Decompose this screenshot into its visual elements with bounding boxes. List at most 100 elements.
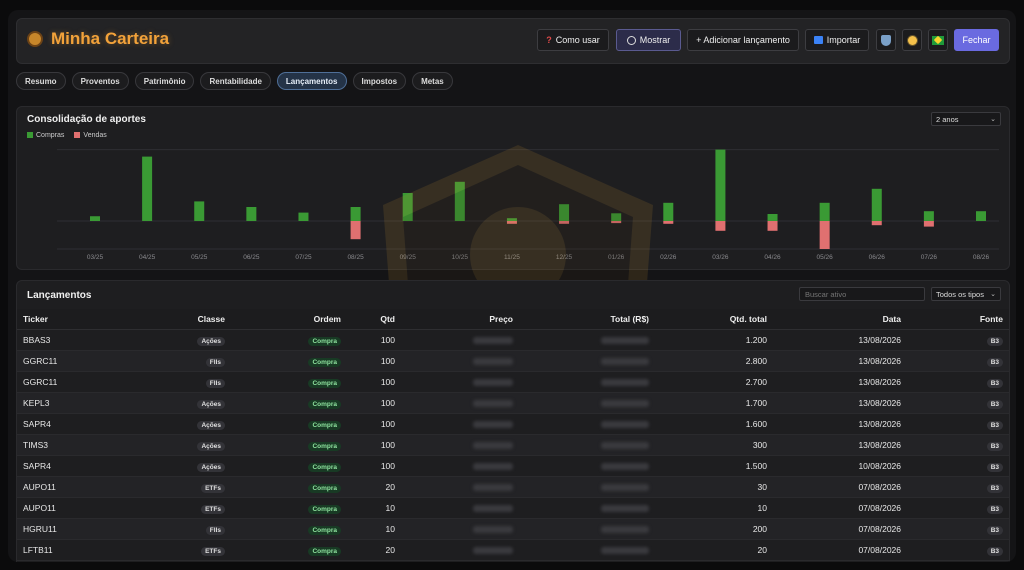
tab-impostos[interactable]: Impostos [352,72,407,90]
col-ordem[interactable]: Ordem [231,309,347,330]
x-tick-label: 08/26 [973,254,990,261]
x-tick-label: 05/26 [817,254,834,261]
bar-vendas-05-26 [819,221,830,249]
close-button[interactable]: Fechar [954,29,999,51]
col-fonte[interactable]: Fonte [907,309,1009,330]
header-bar: Minha Carteira ? Como usar Mostrar + Adi… [16,18,1010,64]
table-row[interactable]: SAPR4 Ações Compra 100 1.500 10/08/2026 … [17,455,1009,477]
cell-preco-hidden [401,476,519,498]
table-row[interactable]: LFTB11 ETFs Compra 20 20 07/08/2026 B3 [17,539,1009,561]
import-button[interactable]: Importar [805,29,869,51]
tab-patrimonio[interactable]: Patrimônio [134,72,195,90]
shield-icon [881,34,891,46]
period-select[interactable]: 2 anos ⌄ [931,112,1001,126]
blurred-value [473,379,513,387]
table-title: Lançamentos [27,290,92,301]
table-row[interactable]: GGRC11 FIIs Compra 100 2.800 13/08/2026 … [17,350,1009,372]
class-badge: FIIs [205,378,225,388]
cell-total-hidden [519,434,655,456]
table-row[interactable]: AUPO11 ETFs Compra 20 30 07/08/2026 B3 [17,476,1009,498]
x-tick-label: 06/26 [869,254,886,261]
blurred-value [473,505,513,513]
cell-qtd-total: 2.700 [655,371,773,393]
blurred-value [601,379,649,387]
tab-proventos[interactable]: Proventos [71,72,129,90]
cell-qtd: 100 [347,455,401,477]
class-badge: Ações [197,420,225,430]
tab-resumo[interactable]: Resumo [16,72,66,90]
cell-data: 13/08/2026 [773,350,907,372]
order-badge: Compra [308,336,341,346]
class-badge: Ações [197,336,225,346]
help-button-label: Como usar [555,35,600,45]
cell-qtd: 20 [347,539,401,561]
show-values-button[interactable]: Mostrar [616,29,681,51]
help-button[interactable]: ? Como usar [537,29,609,51]
bar-compras-09-25 [402,193,413,221]
entries-table-card: Lançamentos Todos os tipos ⌄ Ticker Clas… [16,280,1010,562]
theme-toggle-button[interactable] [902,29,922,51]
cell-qtd: 10 [347,497,401,519]
cell-qtd: 100 [347,329,401,351]
class-badge: FIIs [205,525,225,535]
bar-compras-04-26 [767,214,778,221]
brazil-flag-icon [932,35,944,45]
cell-qtd-total: 1.700 [655,392,773,414]
contributions-chart-card: Consolidação de aportes 2 anos ⌄ Compras… [16,106,1010,270]
bar-compras-12-25 [559,204,570,221]
legend-item-compras[interactable]: Compras [27,132,64,139]
cell-qtd-total: 1.600 [655,413,773,435]
blurred-value [473,484,513,492]
tab-metas[interactable]: Metas [412,72,453,90]
legend-item-vendas[interactable]: Vendas [74,132,107,139]
col-classe[interactable]: Classe [149,309,231,330]
cell-preco-hidden [401,434,519,456]
blurred-value [473,463,513,471]
cell-total-hidden [519,497,655,519]
search-input[interactable] [799,287,925,301]
cell-qtd-total: 300 [655,434,773,456]
col-preco[interactable]: Preço [401,309,519,330]
tab-lancamentos[interactable]: Lançamentos [276,72,347,90]
eye-icon [626,35,636,45]
table-row[interactable]: BBAS3 Ações Compra 100 1.200 13/08/2026 … [17,329,1009,351]
table-row[interactable]: SAPR4 Ações Compra 100 1.600 13/08/2026 … [17,413,1009,435]
blurred-value [601,463,649,471]
blurred-value [601,358,649,366]
cell-preco-hidden [401,371,519,393]
source-badge: B3 [986,420,1003,430]
add-entry-button[interactable]: + Adicionar lançamento [687,29,799,51]
cell-ticker: HGRU11 [17,518,149,540]
col-ticker[interactable]: Ticker [17,309,149,330]
col-qtd-total[interactable]: Qtd. total [655,309,773,330]
import-label: Importar [826,35,861,45]
x-tick-label: 04/26 [764,254,781,261]
source-badge: B3 [986,399,1003,409]
cell-total-hidden [519,350,655,372]
table-row[interactable]: TIMS3 Ações Compra 100 300 13/08/2026 B3 [17,434,1009,456]
table-row[interactable]: GGRC11 FIIs Compra 100 2.700 13/08/2026 … [17,371,1009,393]
x-tick-label: 02/26 [660,254,677,261]
table-header-row: Ticker Classe Ordem Qtd Preço Total (R$)… [17,309,1009,330]
tab-rentabilidade[interactable]: Rentabilidade [200,72,271,90]
blurred-value [601,337,649,345]
col-total[interactable]: Total (R$) [519,309,655,330]
class-badge: Ações [197,399,225,409]
col-data[interactable]: Data [773,309,907,330]
shield-button[interactable] [876,29,896,51]
cell-ticker: BBAS3 [17,329,149,351]
col-qtd[interactable]: Qtd [347,309,401,330]
table-row[interactable]: AUPO11 ETFs Compra 10 10 07/08/2026 B3 [17,497,1009,519]
type-filter-select[interactable]: Todos os tipos ⌄ [931,287,1001,301]
order-badge: Compra [308,504,341,514]
blurred-value [601,421,649,429]
table-row[interactable]: HGRU11 FIIs Compra 10 200 07/08/2026 B3 [17,518,1009,540]
cell-qtd-total: 1.500 [655,455,773,477]
x-tick-label: 10/25 [452,254,469,261]
bar-compras-03-25 [90,216,100,221]
language-button[interactable] [928,29,948,51]
import-icon [813,36,823,44]
table-row[interactable]: KEPL3 Ações Compra 100 1.700 13/08/2026 … [17,392,1009,414]
brand: Minha Carteira [27,29,169,49]
cell-data: 10/08/2026 [773,455,907,477]
